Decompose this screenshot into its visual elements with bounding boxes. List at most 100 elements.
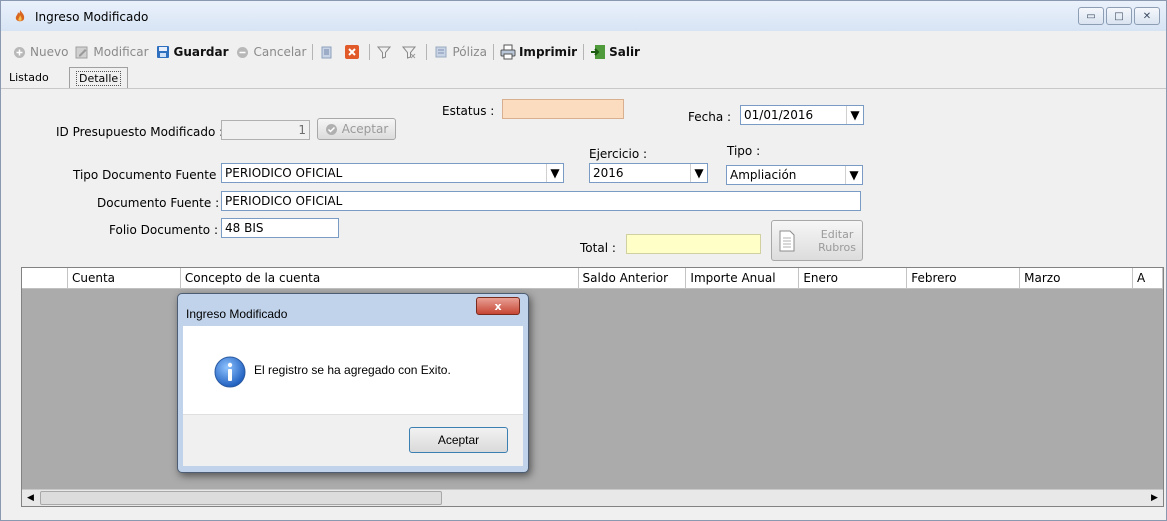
grid-column-header[interactable]: Saldo Anterior — [579, 268, 687, 289]
poliza-label: Póliza — [452, 45, 487, 59]
grid-column-header[interactable]: A — [1133, 268, 1164, 289]
ejercicio-label: Ejercicio : — [589, 147, 648, 161]
documento-fuente-value: PERIODICO OFICIAL — [225, 194, 343, 208]
fecha-picker[interactable]: 01/01/2016 ▼ — [740, 105, 864, 125]
save-icon — [155, 44, 171, 60]
add-circle-icon — [11, 44, 27, 60]
total-label: Total : — [580, 241, 616, 255]
tipo-documento-fuente-label: Tipo Documento Fuente : — [73, 168, 225, 182]
poliza-icon — [433, 44, 449, 60]
grid-column-header[interactable]: Febrero — [907, 268, 1021, 289]
maximize-icon: □ — [1114, 10, 1124, 22]
filter-button[interactable] — [376, 44, 395, 60]
grid-header: Cuenta Concepto de la cuenta Saldo Anterio… — [22, 268, 1164, 289]
app-flame-icon — [15, 10, 25, 22]
tipo-select[interactable]: Ampliación ▼ — [726, 165, 863, 185]
close-window-button[interactable]: ✕ — [1134, 7, 1160, 25]
check-circle-icon — [325, 123, 338, 136]
modificar-button[interactable]: Modificar — [74, 44, 149, 60]
close-icon: x — [494, 299, 502, 313]
document-icon — [778, 230, 796, 252]
folio-documento-label: Folio Documento : — [109, 223, 219, 237]
fecha-label: Fecha : — [688, 110, 732, 124]
aceptar-id-label: Aceptar — [341, 122, 389, 136]
close-icon: ✕ — [1142, 10, 1152, 22]
dialog-close-button[interactable]: x — [476, 297, 520, 315]
maximize-button[interactable]: □ — [1106, 7, 1132, 25]
dialog-message: El registro se ha agregado con Exito. — [254, 363, 451, 377]
chevron-down-icon[interactable]: ▼ — [546, 164, 563, 182]
toolbar-separator — [426, 44, 428, 60]
tab-strip: Listado Detalle — [1, 65, 1166, 89]
id-presupuesto-value: 1 — [298, 123, 306, 137]
salir-button[interactable]: Salir — [590, 44, 640, 60]
main-window: Ingreso Modificado ▭ □ ✕ Nuevo Modificar… — [0, 0, 1167, 521]
editar-rubros-label: Editar Rubros — [818, 228, 856, 254]
dialog-aceptar-button[interactable]: Aceptar — [409, 427, 508, 453]
cancelar-label: Cancelar — [253, 45, 307, 59]
poliza-button[interactable]: Póliza — [433, 44, 487, 60]
window-title: Ingreso Modificado — [35, 10, 149, 24]
editar-rubros-line1: Editar — [820, 227, 854, 241]
tab-detalle-label: Detalle — [76, 71, 122, 86]
grid-column-header[interactable]: Concepto de la cuenta — [181, 268, 579, 289]
window-controls: ▭ □ ✕ — [1078, 7, 1160, 25]
editar-rubros-button[interactable]: Editar Rubros — [771, 220, 863, 261]
tab-listado[interactable]: Listado — [3, 67, 55, 89]
chevron-down-icon[interactable]: ▼ — [846, 106, 863, 124]
grid-column-header[interactable]: Importe Anual — [686, 268, 800, 289]
estatus-field[interactable] — [502, 99, 624, 119]
imprimir-label: Imprimir — [518, 45, 578, 59]
scroll-thumb[interactable] — [40, 491, 442, 505]
toolbar-separator — [369, 44, 371, 60]
toolbar-separator — [583, 44, 585, 60]
aceptar-id-button[interactable]: Aceptar — [317, 118, 396, 140]
nuevo-label: Nuevo — [30, 45, 69, 59]
cancelar-button[interactable]: Cancelar — [235, 44, 307, 60]
fecha-value: 01/01/2016 — [744, 108, 814, 122]
nuevo-button[interactable]: Nuevo — [11, 44, 68, 60]
tab-divider — [1, 88, 1166, 89]
imprimir-button[interactable]: Imprimir — [500, 44, 577, 60]
toolbar: Nuevo Modificar Guardar Cancelar Póliza … — [1, 41, 1166, 63]
report-button[interactable] — [319, 44, 338, 60]
guardar-button[interactable]: Guardar — [155, 44, 229, 60]
tab-listado-label: Listado — [9, 71, 49, 84]
grid-column-header[interactable]: Marzo — [1020, 268, 1134, 289]
toolbar-separator — [492, 44, 494, 60]
exit-door-icon — [590, 44, 606, 60]
guardar-label: Guardar — [173, 45, 229, 59]
dialog-aceptar-label: Aceptar — [437, 433, 480, 447]
ejercicio-value: 2016 — [593, 166, 624, 180]
salir-label: Salir — [609, 45, 640, 59]
chevron-down-icon[interactable]: ▼ — [845, 166, 862, 184]
tab-detalle[interactable]: Detalle — [69, 67, 129, 89]
info-icon — [214, 356, 246, 388]
id-presupuesto-label: ID Presupuesto Modificado : — [56, 125, 224, 139]
chevron-down-icon[interactable]: ▼ — [690, 164, 707, 182]
scroll-left-icon[interactable]: ◀ — [22, 490, 39, 506]
folio-documento-field[interactable]: 48 BIS — [221, 218, 339, 238]
estatus-label: Estatus : — [442, 104, 495, 118]
scroll-right-icon[interactable]: ▶ — [1146, 490, 1163, 506]
total-field[interactable] — [626, 234, 761, 254]
minimize-button[interactable]: ▭ — [1078, 7, 1104, 25]
horizontal-scrollbar[interactable]: ◀ ▶ — [22, 489, 1163, 506]
editar-rubros-line2: Rubros — [818, 240, 856, 254]
tipo-documento-fuente-select[interactable]: PERIODICO OFICIAL ▼ — [221, 163, 564, 183]
title-bar: Ingreso Modificado ▭ □ ✕ — [1, 1, 1166, 31]
clear-filter-button[interactable] — [401, 44, 420, 60]
clear-filter-icon — [401, 44, 417, 60]
grid-column-header[interactable]: Enero — [799, 268, 908, 289]
grid-column-header[interactable]: Cuenta — [68, 268, 181, 289]
delete-button[interactable] — [344, 44, 363, 60]
delete-x-icon — [344, 44, 360, 60]
tipo-label: Tipo : — [727, 144, 761, 158]
modificar-label: Modificar — [93, 45, 149, 59]
toolbar-separator — [312, 44, 314, 60]
documento-fuente-field[interactable]: PERIODICO OFICIAL — [221, 191, 861, 211]
ejercicio-select[interactable]: 2016 ▼ — [589, 163, 708, 183]
filter-icon — [376, 44, 392, 60]
id-presupuesto-field[interactable]: 1 — [221, 120, 310, 140]
dialog-title: Ingreso Modificado — [186, 307, 288, 321]
